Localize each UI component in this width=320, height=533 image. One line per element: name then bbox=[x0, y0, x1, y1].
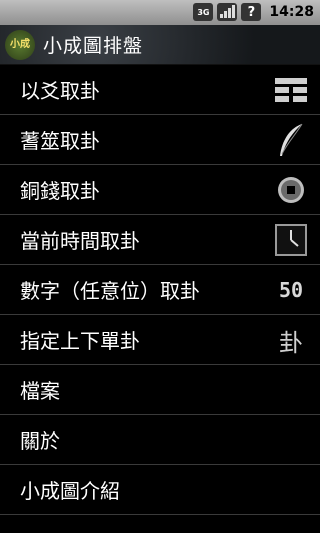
menu-item-coin[interactable]: 銅錢取卦 bbox=[0, 165, 320, 215]
menu-item-label: 檔案 bbox=[20, 379, 60, 403]
status-bar: 3G ? 14:28 bbox=[0, 0, 320, 25]
app-logo: 小成 bbox=[5, 29, 35, 60]
menu-item-label: 銅錢取卦 bbox=[20, 179, 100, 203]
menu-item-label: 以爻取卦 bbox=[20, 79, 100, 103]
clock-icon bbox=[274, 223, 308, 257]
coin-icon bbox=[274, 173, 308, 207]
number-icon-text: 50 bbox=[278, 278, 304, 302]
menu-item-label: 關於 bbox=[20, 429, 60, 453]
number-icon: 50 bbox=[274, 273, 308, 307]
menu-item-current-time[interactable]: 當前時間取卦 bbox=[0, 215, 320, 265]
menu-item-label: 當前時間取卦 bbox=[20, 229, 140, 253]
network-3g-icon: 3G bbox=[193, 3, 214, 21]
menu-item-number[interactable]: 數字（任意位）取卦 50 bbox=[0, 265, 320, 315]
trigram-icon: 卦 bbox=[274, 323, 308, 357]
main-menu: 以爻取卦 蓍筮取卦 銅錢取卦 當前時間取卦 數字（任意位）取卦 50 指定上下單… bbox=[0, 65, 320, 515]
status-time: 14:28 bbox=[269, 4, 314, 20]
menu-item-label: 指定上下單卦 bbox=[20, 329, 140, 353]
menu-item-label: 蓍筮取卦 bbox=[20, 129, 100, 153]
menu-item-yao[interactable]: 以爻取卦 bbox=[0, 65, 320, 115]
menu-item-files[interactable]: 檔案 bbox=[0, 365, 320, 415]
signal-strength-icon bbox=[217, 3, 238, 21]
trigram-icon-text: 卦 bbox=[279, 328, 303, 357]
menu-item-intro[interactable]: 小成圖介紹 bbox=[0, 465, 320, 515]
title-bar: 小成 小成圖排盤 bbox=[0, 25, 320, 65]
hexagram-icon bbox=[274, 73, 308, 107]
menu-item-label: 小成圖介紹 bbox=[20, 479, 120, 503]
menu-item-about[interactable]: 關於 bbox=[0, 415, 320, 465]
app-title: 小成圖排盤 bbox=[43, 35, 144, 57]
feather-icon bbox=[274, 123, 308, 157]
menu-item-trigram[interactable]: 指定上下單卦 卦 bbox=[0, 315, 320, 365]
app-logo-text: 小成 bbox=[10, 38, 30, 50]
menu-item-yarrow[interactable]: 蓍筮取卦 bbox=[0, 115, 320, 165]
menu-item-label: 數字（任意位）取卦 bbox=[20, 279, 200, 303]
battery-unknown-icon: ? bbox=[241, 3, 262, 21]
